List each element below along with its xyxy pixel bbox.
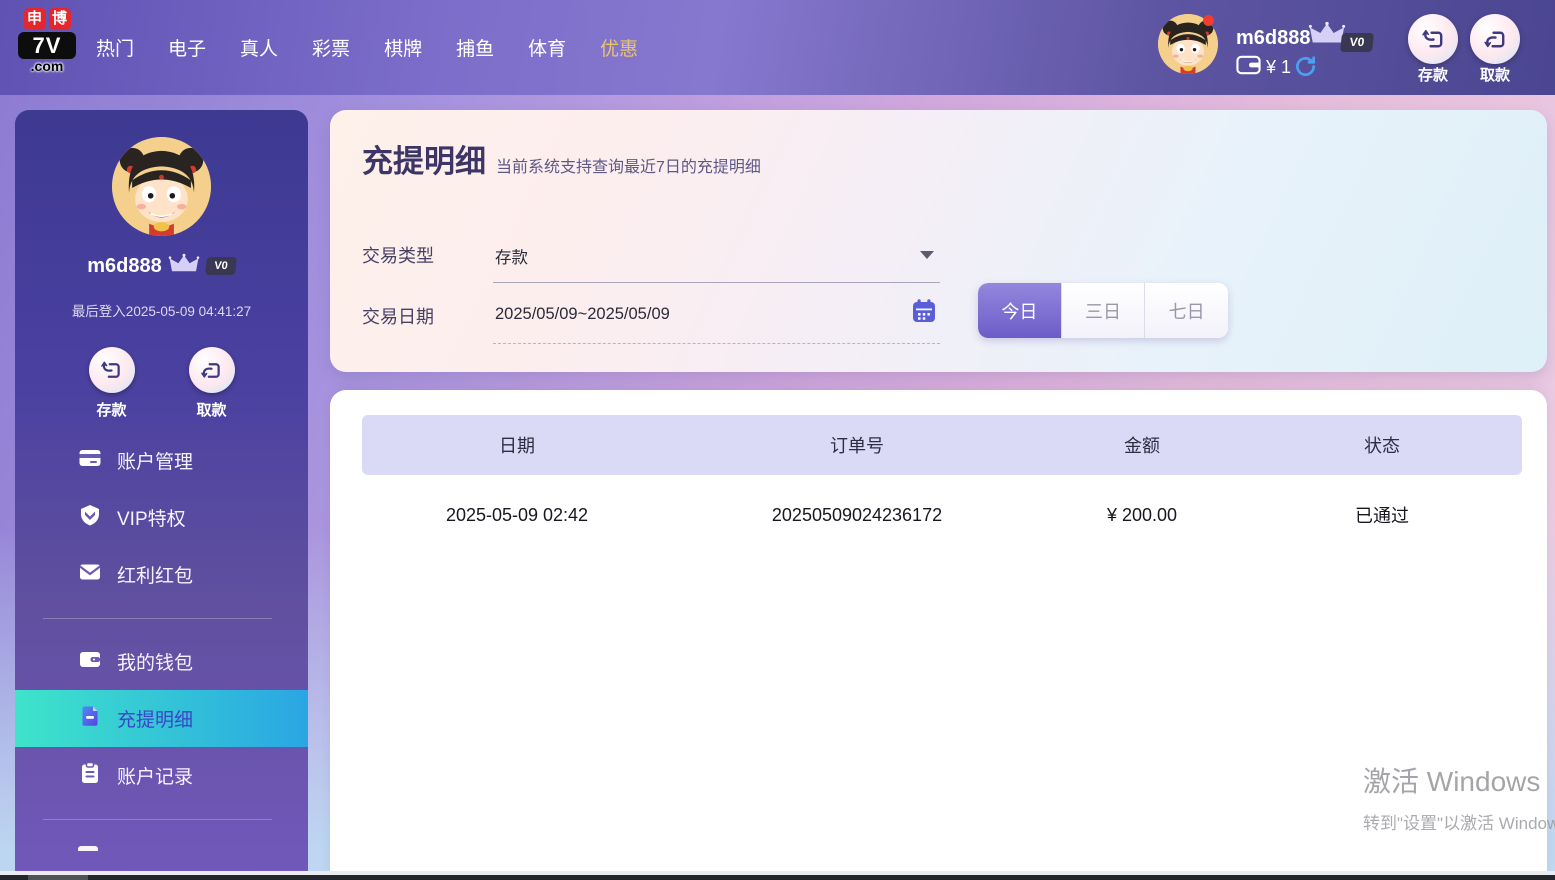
withdraw-arrow-icon	[1483, 31, 1504, 47]
sidebar-item-account-management[interactable]: 账户管理	[15, 432, 308, 489]
sidebar-divider	[43, 618, 272, 619]
logo-char-2: 博	[48, 8, 71, 30]
deposit-arrow-icon	[88, 347, 135, 393]
sidebar-item-deposit-withdraw-details[interactable]: 充提明细	[15, 690, 308, 747]
cell-date: 2025-05-09 02:42	[445, 504, 589, 525]
sidebar-item-vip-privileges[interactable]: VIP特权	[15, 489, 308, 546]
nav-item-slots[interactable]: 电子	[168, 34, 206, 61]
sidebar-username: m6d888	[87, 254, 162, 277]
transaction-date-input[interactable]: 2025/05/09~2025/05/09	[495, 305, 670, 324]
sidebar-item-label: 账户记录	[117, 767, 194, 788]
transaction-type-select[interactable]: 存款	[495, 244, 528, 268]
column-header-status: 状态	[1364, 436, 1400, 456]
cell-order-number: 20250509024236172	[771, 504, 943, 525]
nav-item-hot[interactable]: 热门	[96, 34, 134, 61]
cell-status: 已通过	[1355, 506, 1409, 526]
header-deposit-button[interactable]	[1408, 14, 1458, 64]
last-login-text: 最后登入2025-05-09 04:41:27	[71, 304, 252, 319]
main-nav: 热门 电子 真人 彩票 棋牌 捕鱼 体育 优惠	[96, 0, 638, 95]
top-header: 申 博 7V .com 热门 电子 真人 彩票 棋牌 捕鱼 体育 优惠 m6d8…	[0, 0, 1555, 95]
refresh-balance-icon[interactable]	[1294, 55, 1317, 83]
column-header-date: 日期	[499, 436, 535, 456]
site-logo[interactable]: 申 博 7V .com	[16, 8, 78, 74]
balance-amount: ¥ 1	[1266, 57, 1292, 77]
logo-characters: 申 博	[16, 8, 78, 30]
cell-amount: ¥ 200.00	[1106, 504, 1178, 525]
transaction-date-underline	[493, 343, 940, 344]
nav-item-sports[interactable]: 体育	[528, 34, 566, 61]
column-header-amount: 金额	[1124, 436, 1160, 456]
sidebar-item-my-wallet[interactable]: 我的钱包	[15, 633, 308, 690]
sidebar-item-label: VIP特权	[117, 509, 186, 530]
header-withdraw-label: 取款	[1479, 67, 1510, 84]
sidebar-item-label: 充提明细	[117, 710, 194, 731]
chevron-down-icon[interactable]	[920, 251, 934, 259]
deposit-arrow-icon	[1421, 29, 1442, 47]
sidebar-deposit-label: 存款	[96, 402, 127, 419]
clipboard-icon	[78, 761, 102, 791]
vip-level-badge: V0	[204, 257, 237, 275]
column-header-order-number: 订单号	[830, 436, 884, 456]
taskbar-edge-segment	[28, 875, 88, 880]
sidebar-item-label: 账户管理	[117, 452, 194, 473]
sidebar-item-label: 我的钱包	[117, 653, 194, 674]
partially-visible-menu-icon	[78, 846, 98, 851]
nav-item-chess[interactable]: 棋牌	[384, 34, 422, 61]
wallet-icon	[1236, 55, 1261, 80]
range-button-seven-days[interactable]: 七日	[1145, 283, 1228, 338]
header-username: m6d888	[1236, 27, 1311, 49]
sidebar-item-account-records[interactable]: 账户记录	[15, 747, 308, 804]
sidebar-avatar[interactable]	[112, 137, 211, 236]
vip-level-badge: V0	[1340, 33, 1374, 52]
transaction-date-label: 交易日期	[362, 307, 434, 327]
sidebar-withdraw-button[interactable]: 取款	[177, 347, 247, 420]
document-icon	[78, 704, 102, 734]
nav-item-live[interactable]: 真人	[240, 34, 278, 61]
page-subtitle: 当前系统支持查询最近7日的充提明细	[496, 159, 761, 176]
avatar-illustration	[112, 137, 211, 236]
logo-name: 7V	[18, 32, 76, 59]
logo-char-1: 申	[23, 8, 46, 30]
nav-item-promos[interactable]: 优惠	[600, 34, 638, 61]
sidebar: m6d888 V0 最后登入2025-05-09 04:41:27 存款 取款 …	[15, 110, 308, 871]
nav-item-lottery[interactable]: 彩票	[312, 34, 350, 61]
transaction-type-underline[interactable]	[493, 282, 940, 283]
taskbar-edge	[0, 875, 1555, 880]
nav-item-fishing[interactable]: 捕鱼	[456, 34, 494, 61]
sidebar-divider	[43, 819, 272, 820]
sidebar-deposit-button[interactable]: 存款	[77, 347, 147, 420]
logo-tld: .com	[30, 58, 64, 74]
wallet-icon	[78, 647, 102, 677]
calendar-icon[interactable]	[910, 297, 938, 330]
records-panel: 日期 订单号 金额 状态 2025-05-09 02:42 2025050902…	[330, 390, 1547, 873]
date-range-segmented-control: 今日 三日 七日	[978, 283, 1228, 338]
withdraw-arrow-icon	[188, 347, 235, 393]
table-row: 2025-05-09 02:42 20250509024236172 ¥ 200…	[362, 475, 1522, 555]
range-button-three-days[interactable]: 三日	[1061, 283, 1146, 338]
page-title: 充提明细	[362, 144, 486, 179]
header-withdraw-button[interactable]	[1470, 14, 1520, 64]
red-envelope-icon	[78, 560, 102, 590]
sidebar-item-label: 红利红包	[117, 566, 194, 587]
notification-dot	[1203, 15, 1214, 26]
bank-card-icon	[78, 446, 102, 476]
sidebar-item-bonus-redpacket[interactable]: 红利红包	[15, 546, 308, 603]
transaction-type-label: 交易类型	[362, 246, 434, 266]
table-header: 日期 订单号 金额 状态	[362, 415, 1522, 475]
range-button-today[interactable]: 今日	[978, 283, 1062, 338]
sidebar-withdraw-label: 取款	[196, 402, 227, 419]
header-deposit-label: 存款	[1417, 67, 1448, 84]
vip-badge-icon	[78, 503, 102, 533]
filter-panel: 充提明细 当前系统支持查询最近7日的充提明细 交易类型 存款 交易日期 2025…	[330, 110, 1547, 372]
vip-crown-icon	[168, 253, 200, 280]
